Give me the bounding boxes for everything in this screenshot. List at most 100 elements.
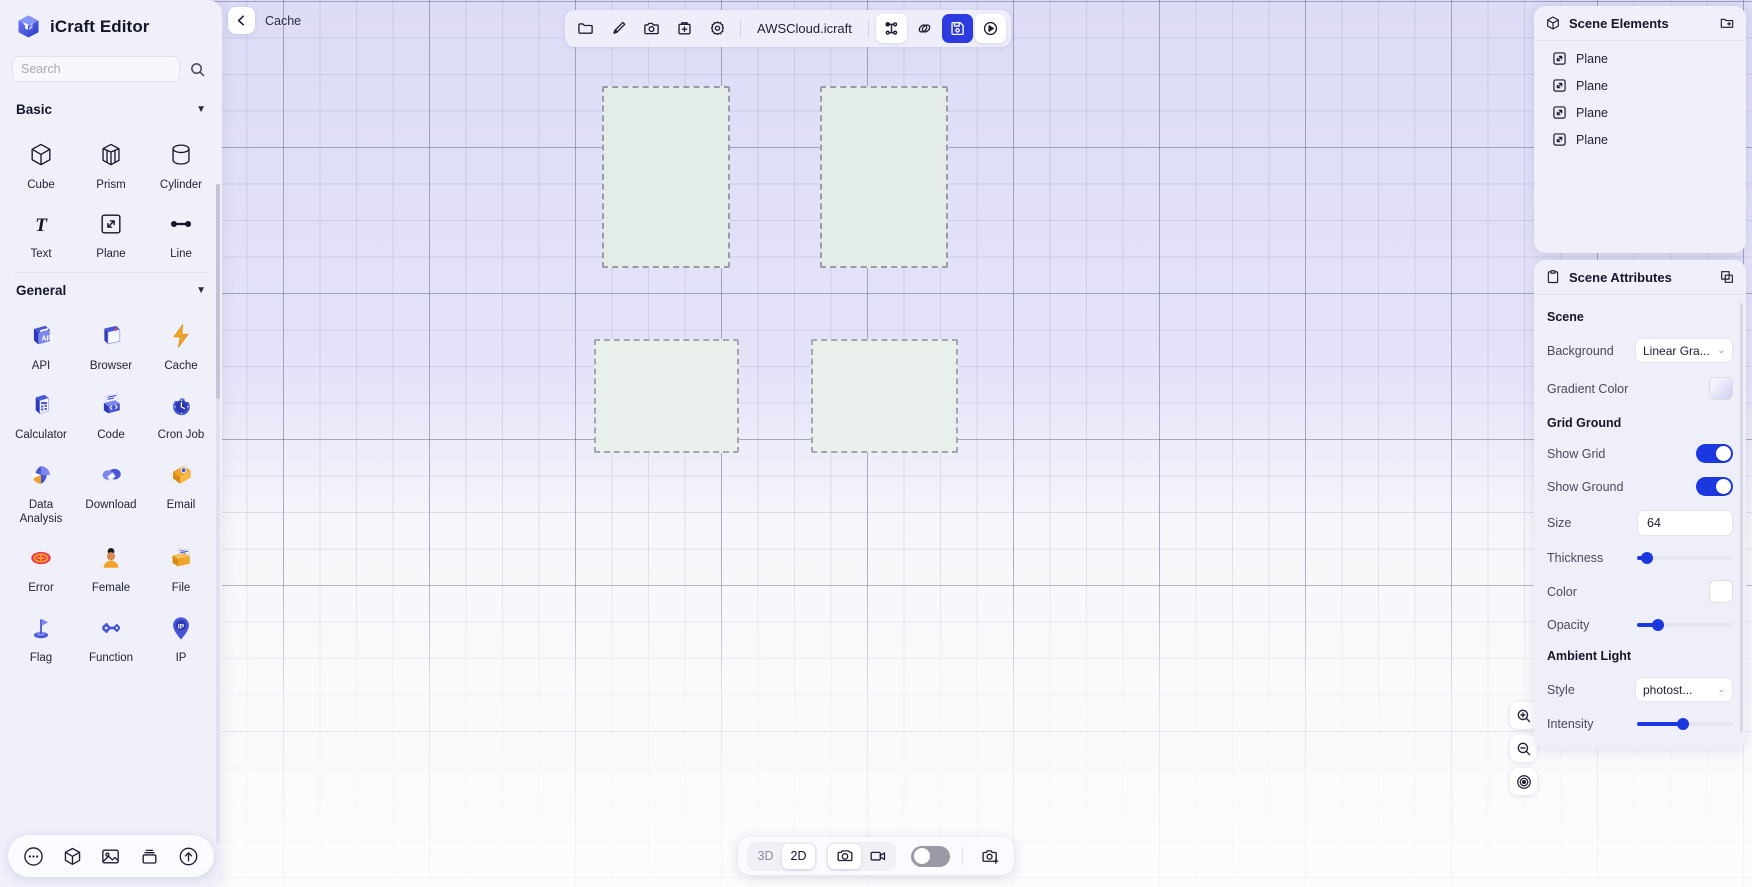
link-button[interactable]	[909, 14, 940, 43]
palette-item-ip[interactable]: IP IP	[146, 602, 216, 671]
component-palette[interactable]: Basic ▼ Cube Prism Cylinder T Text Plane …	[0, 92, 222, 887]
folder-button[interactable]	[570, 14, 601, 43]
zoom-in-button[interactable]	[1510, 702, 1537, 729]
scene-element-row[interactable]: Plane	[1534, 72, 1746, 99]
palette-item-plane[interactable]: Plane	[76, 198, 146, 267]
style-select[interactable]: photost... ⌄	[1635, 677, 1733, 702]
scene-elements-panel: Scene Elements Plane Plane Plane Plane	[1534, 6, 1746, 253]
palette-item-label: Flag	[29, 651, 53, 664]
palette-item-browser[interactable]: Browser	[76, 310, 146, 379]
sidebar-scrollbar-thumb[interactable]	[216, 184, 220, 399]
slider-handle[interactable]	[1652, 619, 1665, 631]
palette-item-calculator[interactable]: Calculator	[6, 379, 76, 448]
show-ground-toggle[interactable]	[1696, 477, 1733, 496]
attribute-row-intensity: Intensity	[1534, 709, 1746, 739]
cube-outline-icon	[1545, 15, 1561, 31]
scene-attributes-panel: Scene Attributes Scene Background Linear G…	[1534, 260, 1746, 749]
attributes-scrollbar[interactable]	[1740, 303, 1743, 733]
thickness-slider[interactable]	[1637, 551, 1733, 565]
background-select[interactable]: Linear Gra... ⌄	[1635, 338, 1733, 363]
chevron-down-icon[interactable]: ⌄	[1717, 345, 1725, 356]
canvas-plane[interactable]	[811, 339, 958, 453]
record-toggle[interactable]	[911, 845, 950, 867]
palette-item-cache[interactable]: Cache	[146, 310, 216, 379]
color-swatch[interactable]	[1709, 580, 1733, 603]
sidebar-dock	[8, 835, 214, 877]
palette-item-label: Line	[170, 248, 192, 261]
attribute-label: Size	[1547, 516, 1572, 530]
palette-item-file[interactable]: File	[146, 532, 216, 601]
pen-button[interactable]	[603, 14, 634, 43]
palette-item-download[interactable]: Download	[76, 449, 146, 533]
photo-button[interactable]	[828, 843, 861, 869]
chevron-down-icon[interactable]: ▼	[196, 104, 206, 115]
scene-element-row[interactable]: Plane	[1534, 126, 1746, 153]
scene-attributes-title: Scene Attributes	[1569, 269, 1672, 285]
palette-item-label: Cache	[164, 359, 198, 372]
share-button[interactable]	[875, 14, 907, 43]
video-button[interactable]	[861, 844, 894, 869]
palette-item-flag[interactable]: Flag	[6, 602, 76, 671]
attribute-label: Show Ground	[1547, 479, 1624, 494]
palette-item-email[interactable]: Email	[146, 449, 216, 533]
plane-icon	[1552, 51, 1567, 66]
add-folder-icon[interactable]	[1719, 15, 1735, 31]
add-camera-button[interactable]	[975, 842, 1005, 870]
palette-item-error[interactable]: Error	[6, 532, 76, 601]
search-box[interactable]	[12, 56, 180, 82]
chevron-down-icon[interactable]: ⌄	[1717, 684, 1725, 695]
palette-item-label: Plane	[96, 248, 126, 261]
palette-group-header-basic[interactable]: Basic ▼	[0, 92, 222, 125]
gradient-color-swatch[interactable]	[1709, 377, 1733, 400]
document-name[interactable]: AWSCloud.icraft	[748, 21, 861, 36]
palette-item-cylinder[interactable]: Cylinder	[146, 129, 216, 198]
scene-elements-list[interactable]: Plane Plane Plane Plane	[1534, 41, 1746, 253]
dimension-mode-3d[interactable]: 3D	[749, 844, 782, 869]
palette-item-cube[interactable]: Cube	[6, 129, 76, 198]
palette-item-line[interactable]: Line	[146, 198, 216, 267]
scene-element-row[interactable]: Plane	[1534, 99, 1746, 126]
canvas-plane[interactable]	[594, 339, 739, 453]
palette-item-female[interactable]: Female	[76, 532, 146, 601]
arrow-left-icon[interactable]	[228, 7, 255, 34]
palette-item-api[interactable]: API API	[6, 310, 76, 379]
palette-item-data-analysis[interactable]: Data Analysis	[6, 449, 76, 533]
opacity-slider[interactable]	[1637, 618, 1733, 632]
zoom-out-button[interactable]	[1510, 735, 1537, 762]
canvas-plane[interactable]	[602, 86, 730, 268]
palette-item-text[interactable]: T Text	[6, 198, 76, 267]
upload-icon[interactable]	[175, 842, 203, 870]
settings-button[interactable]	[702, 14, 733, 43]
scene-attributes-body[interactable]: Scene Background Linear Gra... ⌄ Gradient C…	[1534, 295, 1746, 749]
box-icon[interactable]	[58, 842, 86, 870]
size-input[interactable]: 64	[1637, 510, 1733, 536]
slider-handle[interactable]	[1640, 552, 1653, 564]
copy-icon[interactable]	[1719, 269, 1735, 285]
palette-item-cron-job[interactable]: Cron Job	[146, 379, 216, 448]
select-value: Linear Gra...	[1643, 343, 1710, 358]
show-grid-toggle[interactable]	[1696, 444, 1733, 463]
slider-handle[interactable]	[1677, 718, 1690, 730]
palette-item-code[interactable]: Code	[76, 379, 146, 448]
reset-view-button[interactable]	[1510, 768, 1537, 795]
search-icon[interactable]	[184, 56, 210, 82]
more-icon[interactable]	[19, 842, 47, 870]
layers-icon[interactable]	[136, 842, 164, 870]
save-button[interactable]	[941, 14, 973, 43]
scene-canvas[interactable]	[0, 0, 1752, 887]
scene-elements-title: Scene Elements	[1569, 15, 1669, 31]
scene-element-row[interactable]: Plane	[1534, 45, 1746, 72]
palette-item-prism[interactable]: Prism	[76, 129, 146, 198]
add-media-button[interactable]	[669, 14, 700, 43]
palette-group-header-general[interactable]: General ▼	[0, 273, 222, 306]
palette-item-function[interactable]: Function	[76, 602, 146, 671]
search-input[interactable]	[21, 62, 171, 76]
dimension-mode-2d[interactable]: 2D	[782, 843, 815, 869]
image-icon[interactable]	[97, 842, 125, 870]
screenshot-button[interactable]	[636, 14, 667, 43]
chevron-down-icon[interactable]: ▼	[196, 285, 206, 296]
play-button[interactable]	[974, 14, 1006, 43]
female-icon	[96, 541, 126, 575]
canvas-plane[interactable]	[820, 86, 948, 268]
intensity-slider[interactable]	[1637, 717, 1733, 731]
